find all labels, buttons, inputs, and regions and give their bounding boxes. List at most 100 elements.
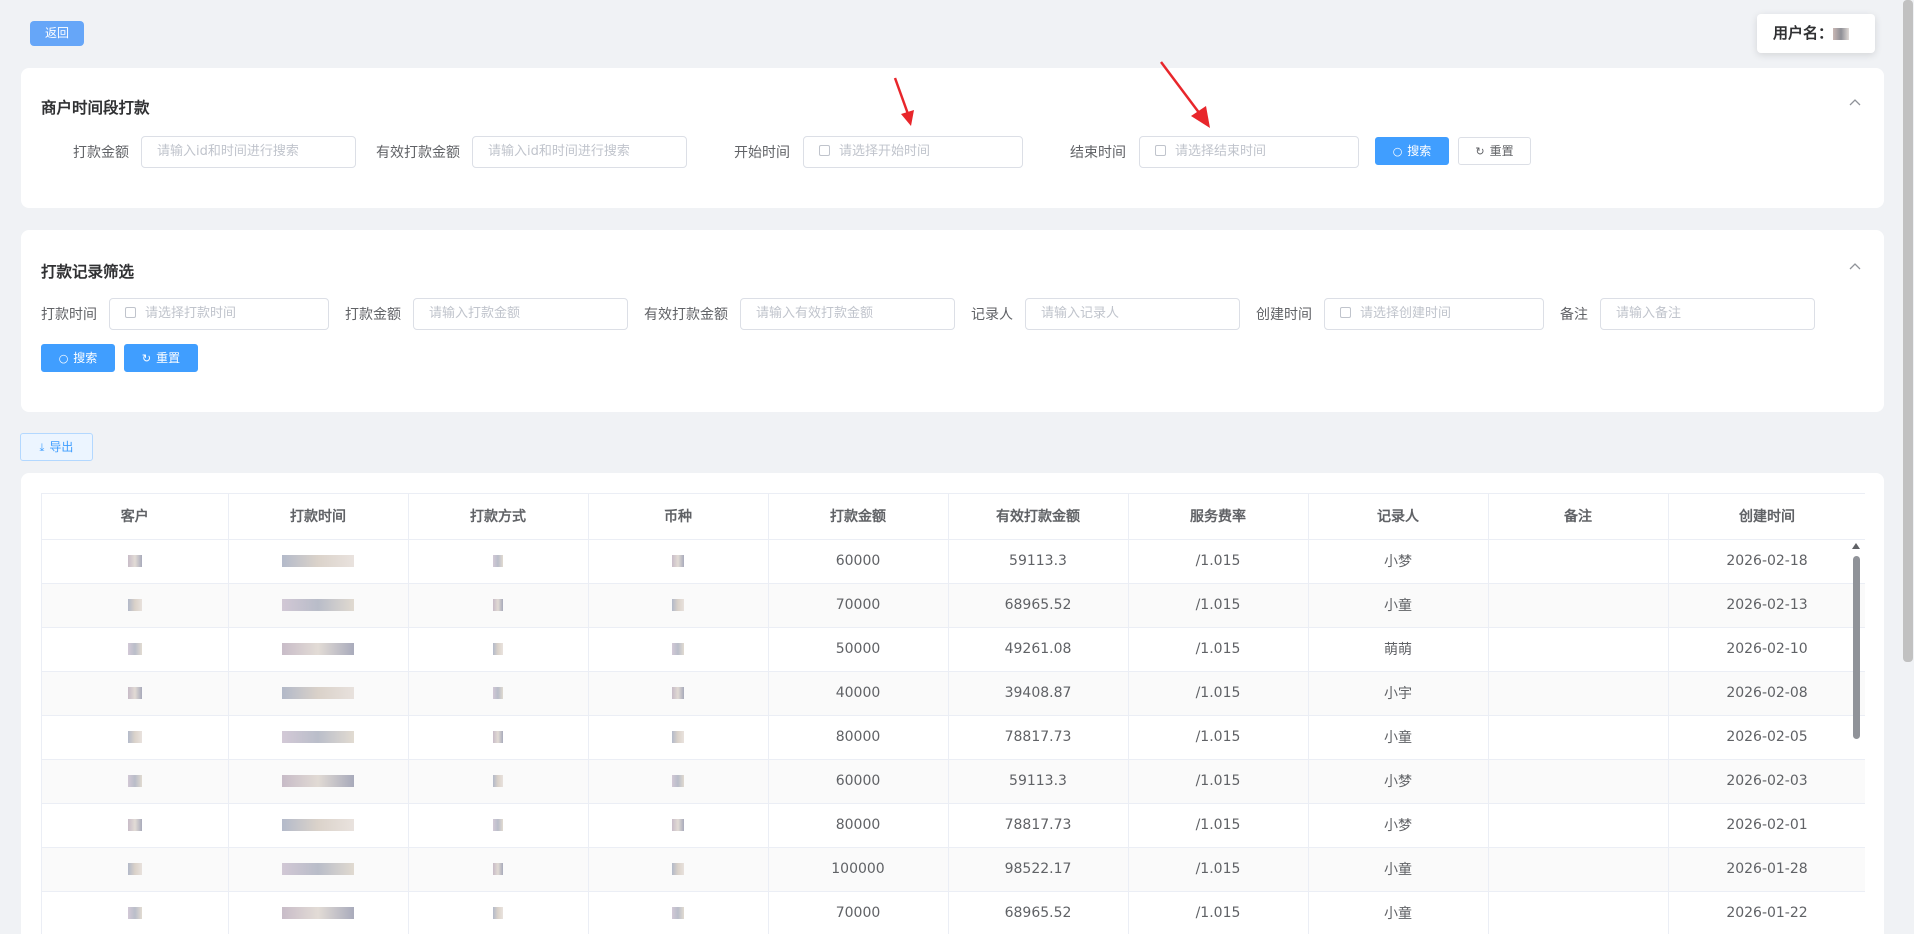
created-time-cell: 2026-02-08 — [1668, 671, 1865, 716]
table-row[interactable]: 80000 78817.73/1.015 小梦 2026-02-01 — [42, 803, 1865, 848]
customer-cell-redacted — [42, 759, 229, 804]
collapse-up-icon[interactable] — [1848, 96, 1862, 110]
merchant-reset-button[interactable]: ↻ 重置 — [1458, 137, 1531, 165]
currency-cell-redacted — [588, 715, 769, 760]
export-button[interactable]: ⤓ 导出 — [20, 433, 93, 461]
payment-method-cell-redacted — [408, 583, 589, 628]
collapse-up-icon[interactable] — [1848, 260, 1862, 274]
column-header: 打款时间 — [228, 494, 409, 540]
remark-cell — [1488, 539, 1669, 584]
recorder-cell: 小梦 — [1308, 539, 1489, 584]
table-row[interactable]: 40000 39408.87/1.015 小宇 2026-02-08 — [42, 671, 1865, 716]
service-rate-cell: /1.015 — [1128, 583, 1309, 628]
redacted-block — [127, 599, 142, 611]
remark-cell — [1488, 891, 1669, 934]
recorder-cell: 小童 — [1308, 847, 1489, 892]
service-rate-cell: /1.015 — [1128, 759, 1309, 804]
redacted-block — [282, 687, 354, 699]
created-time-cell: 2026-02-05 — [1668, 715, 1865, 760]
service-rate-cell: /1.015 — [1128, 671, 1309, 716]
redacted-block — [282, 643, 354, 655]
created-time-cell: 2026-01-28 — [1668, 847, 1865, 892]
refresh-icon: ↻ — [1475, 145, 1485, 158]
table-row[interactable]: 60000 59113.3/1.015 小梦 2026-02-03 — [42, 759, 1865, 804]
customer-cell-redacted — [42, 715, 229, 760]
redacted-block — [127, 643, 142, 655]
end-time-placeholder: 请选择结束时间 — [1175, 144, 1267, 159]
merchant-search-button[interactable]: ○ 搜索 — [1375, 137, 1449, 165]
payment-method-cell-redacted — [408, 539, 589, 584]
table-scrollbar[interactable] — [1852, 541, 1861, 934]
reset-label: 重置 — [1489, 144, 1514, 158]
filter-time-picker[interactable]: 请选择打款时间 — [109, 298, 329, 330]
payment-time-cell-redacted — [228, 803, 409, 848]
valid-amount-cell: 78817.73 — [948, 715, 1129, 760]
remark-cell — [1488, 627, 1669, 672]
calendar-icon — [1340, 307, 1351, 318]
scroll-up-arrow-icon[interactable] — [1852, 543, 1860, 549]
amount-cell: 60000 — [768, 539, 949, 584]
created-time-cell: 2026-02-01 — [1668, 803, 1865, 848]
valid-amount-cell: 49261.08 — [948, 627, 1129, 672]
payment-time-cell-redacted — [228, 539, 409, 584]
currency-cell-redacted — [588, 627, 769, 672]
redacted-block — [282, 775, 354, 787]
redacted-block — [282, 599, 354, 611]
customer-cell-redacted — [42, 539, 229, 584]
column-header: 有效打款金额 — [948, 494, 1129, 540]
start-time-picker[interactable]: 请选择开始时间 — [803, 136, 1023, 168]
filter-time-placeholder: 请选择打款时间 — [145, 306, 237, 321]
table-row[interactable]: 70000 68965.52/1.015 小童 2026-01-22 — [42, 891, 1865, 934]
table-row[interactable]: 50000 49261.08/1.015 萌萌 2026-02-10 — [42, 627, 1865, 672]
user-info[interactable]: 用户名： — [1757, 14, 1875, 53]
created-time-cell: 2026-02-18 — [1668, 539, 1865, 584]
redacted-block — [127, 907, 142, 919]
redacted-block — [127, 775, 142, 787]
filter-remark-input[interactable]: 请输入备注 — [1600, 298, 1815, 330]
currency-cell-redacted — [588, 539, 769, 584]
back-button[interactable]: 返回 — [30, 21, 84, 46]
recorder-cell: 萌萌 — [1308, 627, 1489, 672]
end-time-picker[interactable]: 请选择结束时间 — [1139, 136, 1359, 168]
customer-cell-redacted — [42, 671, 229, 716]
redacted-block — [672, 907, 684, 919]
table-row[interactable]: 60000 59113.3/1.015 小梦 2026-02-18 — [42, 539, 1865, 584]
service-rate-cell: /1.015 — [1128, 539, 1309, 584]
created-time-cell: 2026-02-10 — [1668, 627, 1865, 672]
amount-cell: 70000 — [768, 583, 949, 628]
filter-recorder-input[interactable]: 请输入记录人 — [1025, 298, 1240, 330]
redacted-block — [493, 863, 503, 875]
payment-time-cell-redacted — [228, 891, 409, 934]
recorder-cell: 小梦 — [1308, 803, 1489, 848]
table-row[interactable]: 70000 68965.52/1.015 小童 2026-02-13 — [42, 583, 1865, 628]
table-row[interactable]: 100000 98522.17/1.015 小童 2026-01-28 — [42, 847, 1865, 892]
remark-cell — [1488, 803, 1669, 848]
redacted-block — [127, 731, 142, 743]
redacted-block — [493, 555, 503, 567]
redacted-block — [493, 643, 503, 655]
column-header: 打款金额 — [768, 494, 949, 540]
service-rate-cell: /1.015 — [1128, 891, 1309, 934]
currency-cell-redacted — [588, 759, 769, 804]
page-scrollbar[interactable] — [1903, 0, 1913, 662]
scroll-thumb[interactable] — [1853, 556, 1860, 739]
redacted-block — [672, 819, 684, 831]
redacted-block — [672, 687, 684, 699]
created-time-cell: 2026-02-03 — [1668, 759, 1865, 804]
amount-cell: 70000 — [768, 891, 949, 934]
merchant-amount-input[interactable]: 请输入id和时间进行搜索 — [141, 136, 356, 168]
filter-reset-button[interactable]: ↻ 重置 — [124, 344, 198, 372]
merchant-valid-amount-input[interactable]: 请输入id和时间进行搜索 — [472, 136, 687, 168]
redacted-block — [127, 687, 142, 699]
recorder-cell: 小童 — [1308, 891, 1489, 934]
export-label: 导出 — [49, 440, 74, 454]
redacted-block — [672, 555, 684, 567]
filter-search-button[interactable]: ○ 搜索 — [41, 344, 115, 372]
calendar-icon — [1155, 145, 1166, 156]
table-row[interactable]: 80000 78817.73/1.015 小童 2026-02-05 — [42, 715, 1865, 760]
merchant-period-card: 商户时间段打款 打款金额 请输入id和时间进行搜索 有效打款金额 请输入id和时… — [21, 68, 1884, 208]
filter-created-picker[interactable]: 请选择创建时间 — [1324, 298, 1544, 330]
filter-amount-input[interactable]: 请输入打款金额 — [413, 298, 628, 330]
filter-valid-amount-input[interactable]: 请输入有效打款金额 — [740, 298, 955, 330]
valid-amount-cell: 68965.52 — [948, 583, 1129, 628]
